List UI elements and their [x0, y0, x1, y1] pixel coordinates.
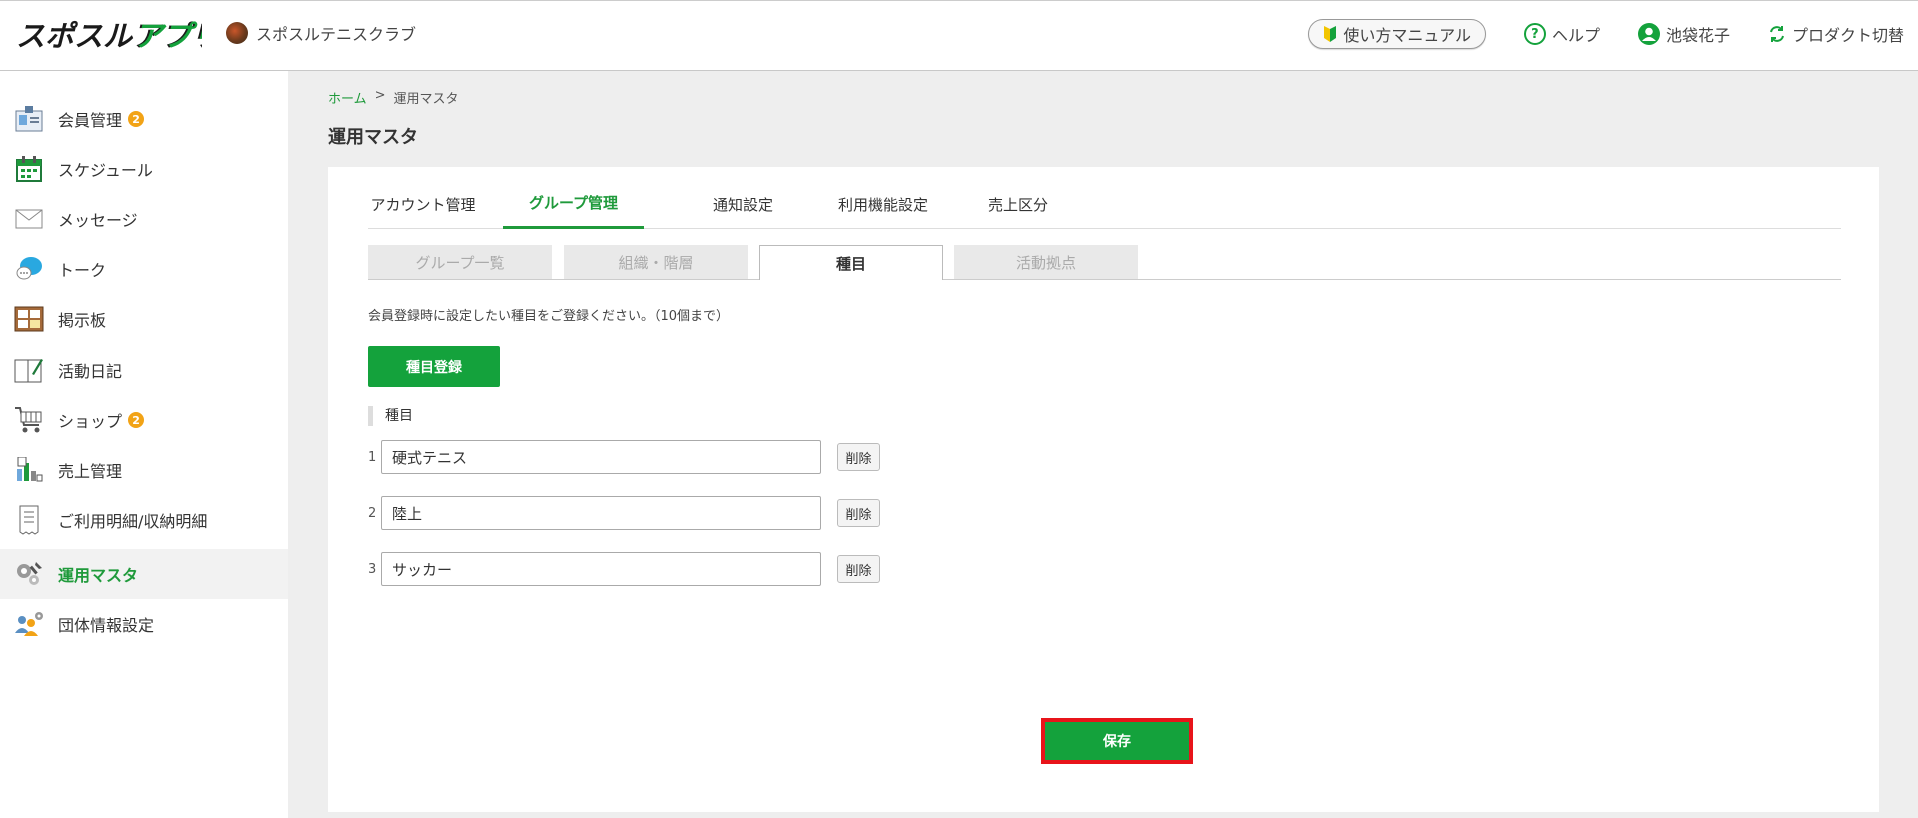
shopping-cart-icon — [14, 405, 44, 435]
breadcrumb: ホーム > 運用マスタ — [328, 88, 459, 107]
delete-button[interactable]: 削除 — [837, 555, 880, 583]
manual-button[interactable]: 使い方マニュアル — [1308, 19, 1486, 49]
description-text: 会員登録時に設定したい種目をご登録ください。（10個まで） — [368, 309, 730, 324]
subtab-sport-type[interactable]: 種目 — [759, 245, 943, 280]
content-panel: アカウント管理 グループ管理 通知設定 利用機能設定 売上区分 グループ一覧 組… — [328, 167, 1879, 812]
sidebar-item-operation-master[interactable]: 運用マスタ — [0, 549, 288, 599]
sidebar-item-label: 会員管理 — [58, 111, 123, 130]
group-settings-icon — [14, 609, 44, 639]
sport-name-input[interactable] — [381, 496, 821, 530]
product-switch[interactable]: プロダクト切替 — [1768, 22, 1904, 46]
list-item: 2 削除 — [368, 496, 880, 530]
club-name: スポスルテニスクラブ — [256, 25, 417, 44]
help-link[interactable]: ? ヘルプ — [1523, 22, 1600, 46]
app-logo[interactable]: スポスルアプリ アプリ — [16, 15, 202, 57]
main-content: ホーム > 運用マスタ 運用マスタ アカウント管理 グループ管理 通知設定 利用… — [288, 71, 1918, 818]
sales-chart-icon — [14, 455, 44, 485]
receipt-icon — [14, 505, 44, 535]
help-icon: ? — [1523, 23, 1546, 45]
product-switch-label: プロダクト切替 — [1791, 26, 1904, 45]
main-tabs: アカウント管理 グループ管理 通知設定 利用機能設定 売上区分 — [368, 179, 1841, 229]
sidebar-item-label: 掲示板 — [58, 311, 107, 330]
bulletin-board-icon — [14, 304, 44, 334]
sidebar-item-label: スケジュール — [58, 161, 153, 180]
user-icon — [1637, 23, 1660, 45]
list-item: 1 削除 — [368, 440, 880, 474]
tab-notification-settings[interactable]: 通知設定 — [668, 179, 818, 229]
manual-label: 使い方マニュアル — [1343, 26, 1471, 45]
sidebar-item-label: 団体情報設定 — [58, 616, 155, 635]
app-header: スポスルアプリ アプリ スポスルテニスクラブ 使い方マニュアル ? ヘルプ 池袋… — [0, 0, 1918, 71]
sidebar-item-members[interactable]: 会員管理 2 — [0, 94, 288, 144]
row-number: 2 — [368, 505, 377, 521]
breadcrumb-current: 運用マスタ — [393, 92, 459, 107]
column-header: 種目 — [368, 406, 413, 426]
member-card-icon — [14, 104, 44, 134]
notification-badge: 2 — [128, 111, 145, 127]
notification-badge: 2 — [128, 412, 145, 428]
user-menu[interactable]: 池袋花子 — [1637, 22, 1730, 46]
row-number: 3 — [368, 561, 377, 577]
breadcrumb-separator: > — [374, 88, 386, 103]
subtab-group-list[interactable]: グループ一覧 — [368, 245, 552, 279]
sidebar-item-label: 活動日記 — [58, 362, 123, 381]
user-name: 池袋花子 — [1665, 26, 1730, 45]
sidebar-item-group-settings[interactable]: 団体情報設定 — [0, 599, 288, 649]
sidebar-item-label: ご利用明細/収納明細 — [58, 512, 208, 531]
sidebar-item-billing[interactable]: ご利用明細/収納明細 — [0, 495, 288, 545]
save-button-highlight: 保存 — [1041, 718, 1193, 764]
subtab-organization[interactable]: 組織・階層 — [564, 245, 748, 279]
sidebar-item-label: メッセージ — [58, 211, 138, 230]
sidebar-item-messages[interactable]: メッセージ — [0, 194, 288, 244]
save-button[interactable]: 保存 — [1045, 722, 1189, 760]
delete-button[interactable]: 削除 — [837, 443, 880, 471]
tab-sales-category[interactable]: 売上区分 — [943, 179, 1093, 229]
register-sport-button[interactable]: 種目登録 — [368, 346, 500, 387]
sidebar-item-talk[interactable]: トーク — [0, 244, 288, 294]
sport-name-input[interactable] — [381, 440, 821, 474]
chat-bubble-icon — [14, 254, 44, 284]
diary-icon — [14, 355, 44, 385]
beginner-mark-icon — [1324, 26, 1337, 42]
sidebar-item-label: トーク — [58, 261, 107, 280]
sidebar-item-schedule[interactable]: スケジュール — [0, 144, 288, 194]
tab-group-management[interactable]: グループ管理 — [503, 179, 644, 229]
gear-wrench-icon — [14, 559, 44, 589]
refresh-icon — [1770, 26, 1784, 42]
sidebar-item-label: 売上管理 — [58, 462, 123, 481]
envelope-icon — [14, 204, 44, 234]
sidebar-item-label: ショップ — [58, 412, 123, 431]
tab-account-management[interactable]: アカウント管理 — [368, 179, 478, 229]
list-item: 3 削除 — [368, 552, 880, 586]
club-selector[interactable]: スポスルテニスクラブ — [226, 21, 416, 45]
svg-text:アプリ: アプリ — [134, 19, 202, 53]
breadcrumb-home-link[interactable]: ホーム — [328, 88, 367, 107]
calendar-icon — [14, 154, 44, 184]
sidebar-item-bulletin[interactable]: 掲示板 — [0, 294, 288, 344]
page-title: 運用マスタ — [328, 127, 418, 148]
club-avatar-icon — [226, 22, 248, 44]
sidebar-item-label: 運用マスタ — [58, 566, 139, 585]
sub-tabs: グループ一覧 組織・階層 種目 活動拠点 — [368, 245, 1841, 280]
tab-feature-settings[interactable]: 利用機能設定 — [808, 179, 958, 229]
sidebar-item-sales[interactable]: 売上管理 — [0, 445, 288, 495]
sidebar-item-diary[interactable]: 活動日記 — [0, 345, 288, 395]
sport-name-input[interactable] — [381, 552, 821, 586]
help-label: ヘルプ — [1551, 26, 1600, 45]
sidebar: 会員管理 2 スケジュール メッセージ トーク 掲示板 活動日記 ショップ 2 … — [0, 71, 288, 818]
delete-button[interactable]: 削除 — [837, 499, 880, 527]
sidebar-item-shop[interactable]: ショップ 2 — [0, 395, 288, 445]
subtab-activity-base[interactable]: 活動拠点 — [954, 245, 1138, 279]
row-number: 1 — [368, 449, 377, 465]
